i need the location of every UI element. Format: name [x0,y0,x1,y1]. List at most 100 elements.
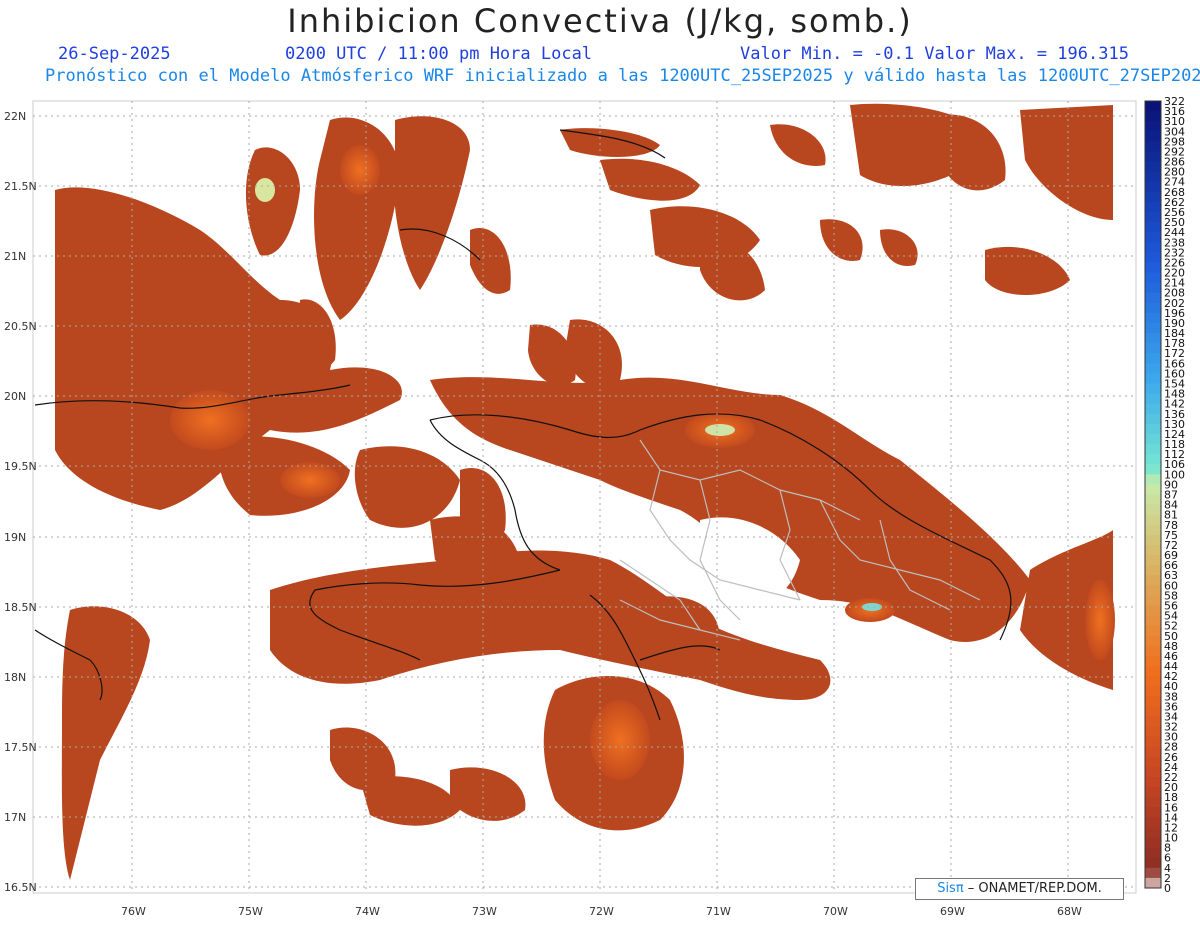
colorbar-cell [1145,201,1161,213]
colorbar-cell [1145,131,1161,142]
credit-text: – ONAMET/REP.DOM. [963,881,1102,896]
colorbar-cell [1145,504,1161,516]
colorbar-cell [1145,393,1161,405]
colorbar-cell [1145,615,1161,627]
colorbar-cell [1145,544,1161,556]
colorbar-cell [1145,474,1161,485]
lon-label: 76W [121,905,146,918]
colorbar-cell [1145,766,1161,778]
colorbar-cell [1145,161,1161,173]
colorbar-cell [1145,484,1161,495]
colorbar-cell [1145,877,1161,889]
brand-label: Sis [937,881,956,896]
colorbar-cell [1145,232,1161,243]
colorbar-cell [1145,403,1161,415]
colorbar-cell [1145,252,1161,263]
colorbar-cell [1145,756,1161,768]
lat-label: 20N [4,390,26,403]
colorbar-cell [1145,645,1161,657]
colorbar-cell [1145,111,1161,122]
colorbar-cell [1145,292,1161,304]
lon-label: 72W [589,905,614,918]
colorbar-cell [1145,312,1161,324]
colorbar-cell [1145,363,1161,374]
colorbar-cell [1145,413,1161,425]
colorbar-cell [1145,191,1161,203]
colorbar-cell [1145,706,1161,717]
colorbar-cell [1145,797,1161,808]
colorbar-cell [1145,444,1161,455]
colorbar-cell [1145,867,1161,879]
colorbar-cell [1145,423,1161,435]
lat-label: 18.5N [4,601,37,614]
colorbar-cell [1145,666,1161,677]
colorbar-cell [1145,494,1161,506]
colorbar-cell [1145,101,1161,112]
colorbar-cell [1145,322,1161,334]
colorbar-cell [1145,302,1161,314]
colorbar-cell [1145,575,1161,586]
colorbar-cell [1145,121,1161,132]
colorbar-cell [1145,272,1161,284]
colorbar-cell [1145,433,1161,445]
lat-label: 16.5N [4,881,37,894]
colorbar-cell [1145,141,1161,152]
colorbar-cell [1145,857,1161,869]
colorbar-cell [1145,676,1161,687]
colorbar-cell [1145,655,1161,667]
forecast-map: 22N 21.5N 21N 20.5N 20N 19.5N 19N 18.5N … [4,95,1185,918]
colorbar-cell [1145,736,1161,748]
colorbar-cell [1145,262,1161,274]
colorbar-cell [1145,837,1161,849]
lat-label: 21.5N [4,180,37,193]
colorbar-cell [1145,635,1161,647]
colorbar-cell [1145,696,1161,707]
colorbar-cell [1145,343,1161,354]
colorbar-cell [1145,585,1161,596]
lat-labels: 22N 21.5N 21N 20.5N 20N 19.5N 19N 18.5N … [4,110,37,894]
lon-labels: 76W 75W 74W 73W 72W 71W 70W 69W 68W [121,905,1082,918]
colorbar-cell [1145,383,1161,395]
colorbar-cell [1145,625,1161,637]
colorbar-cell [1145,373,1161,385]
colorbar-cell [1145,514,1161,526]
lon-label: 73W [472,905,497,918]
colorbar-cell [1145,333,1161,344]
colorbar-cell [1145,353,1161,364]
colorbar-cell [1145,151,1161,163]
lat-label: 17N [4,811,26,824]
colorbar-cell [1145,595,1161,606]
colorbar-cell [1145,222,1161,233]
colorbar-cell [1145,726,1161,738]
colorbar-cell [1145,817,1161,828]
credit-box: Sisπ – ONAMET/REP.DOM. [915,878,1124,900]
lat-label: 18N [4,671,26,684]
colorbar-cell [1145,211,1161,223]
colorbar-cell [1145,746,1161,758]
colorbar: 3223163103042982922862802742682622562502… [1144,95,1185,895]
lon-label: 71W [706,905,731,918]
lat-label: 19N [4,531,26,544]
colorbar-cell [1145,827,1161,839]
colorbar-cell [1145,807,1161,818]
colorbar-cell [1145,777,1161,788]
colorbar-cell [1145,716,1161,728]
colorbar-cell [1145,282,1161,294]
lon-label: 75W [238,905,263,918]
colorbar-cell [1145,605,1161,617]
colorbar-cell [1145,181,1161,193]
colorbar-cell [1145,534,1161,546]
colorbar-cell [1145,686,1161,697]
lat-label: 19.5N [4,460,37,473]
lon-label: 70W [823,905,848,918]
lat-label: 22N [4,110,26,123]
colorbar-cell [1145,787,1161,798]
colorbar-cell [1145,524,1161,536]
colorbar-cell [1145,464,1161,475]
lat-label: 20.5N [4,320,37,333]
lat-label: 17.5N [4,741,37,754]
colorbar-cell [1145,454,1161,465]
colorbar-cell [1145,555,1161,566]
colorbar-cell [1145,565,1161,576]
lon-label: 69W [940,905,965,918]
